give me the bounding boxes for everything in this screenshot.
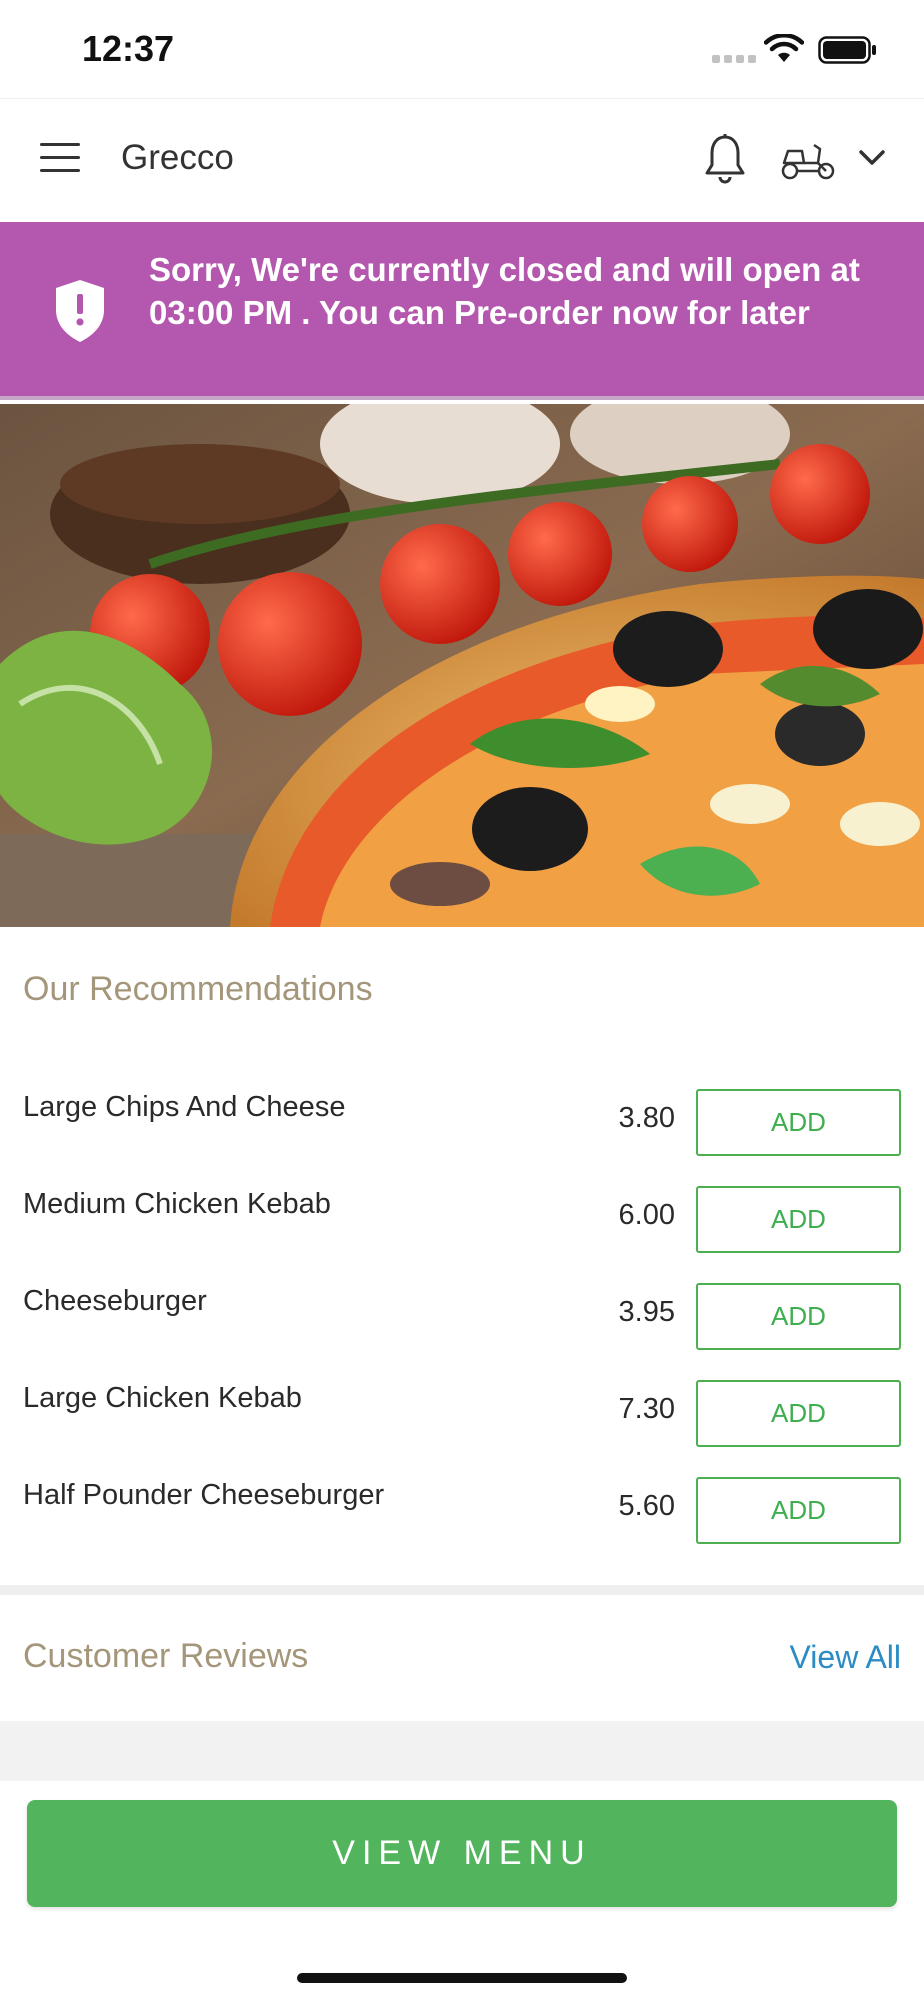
home-indicator[interactable]	[297, 1973, 627, 1983]
cellular-signal-icon	[712, 55, 756, 63]
view-all-reviews-link[interactable]: View All	[790, 1639, 901, 1676]
item-name: Cheeseburger	[23, 1285, 207, 1317]
status-bar: 12:37	[0, 0, 924, 98]
bell-icon[interactable]	[703, 133, 747, 187]
customer-reviews-section: Customer Reviews View All	[0, 1595, 924, 1721]
status-time: 12:37	[82, 28, 175, 69]
item-name: Half Pounder Cheeseburger	[23, 1479, 385, 1511]
item-name: Large Chicken Kebab	[23, 1382, 302, 1414]
add-button[interactable]: ADD	[696, 1283, 901, 1350]
wifi-icon	[764, 34, 804, 62]
item-price: 3.80	[618, 1102, 675, 1134]
item-name: Large Chips And Cheese	[23, 1091, 346, 1123]
reviews-title: Customer Reviews	[23, 1637, 309, 1675]
item-price: 7.30	[618, 1393, 675, 1425]
hero-food-image	[0, 404, 924, 927]
bottom-action-bar: VIEW MENU	[0, 1781, 924, 2000]
add-button[interactable]: ADD	[696, 1089, 901, 1156]
item-price: 5.60	[618, 1490, 675, 1522]
closed-notice-banner: Sorry, We're currently closed and will o…	[0, 222, 924, 400]
list-item: Cheeseburger 3.95 ADD	[0, 1282, 924, 1379]
top-nav-bar: Grecco	[0, 98, 924, 222]
item-name: Medium Chicken Kebab	[23, 1188, 331, 1220]
item-price: 3.95	[618, 1296, 675, 1328]
add-button[interactable]: ADD	[696, 1477, 901, 1544]
list-item: Medium Chicken Kebab 6.00 ADD	[0, 1185, 924, 1282]
item-price: 6.00	[618, 1199, 675, 1231]
closed-message: Sorry, We're currently closed and will o…	[149, 251, 860, 331]
menu-icon[interactable]	[40, 143, 80, 175]
list-item: Large Chicken Kebab 7.30 ADD	[0, 1379, 924, 1476]
recommendations-list: Large Chips And Cheese 3.80 ADD Medium C…	[0, 1088, 924, 1573]
shield-alert-icon	[56, 280, 104, 342]
shop-title: Grecco	[121, 138, 234, 177]
delivery-scooter-icon[interactable]	[780, 141, 836, 181]
battery-icon	[818, 36, 876, 64]
reviews-placeholder	[0, 1721, 924, 1781]
list-item: Half Pounder Cheeseburger 5.60 ADD	[0, 1476, 924, 1573]
add-button[interactable]: ADD	[696, 1380, 901, 1447]
chevron-down-icon[interactable]	[858, 149, 886, 167]
view-menu-button[interactable]: VIEW MENU	[27, 1800, 897, 1907]
section-divider	[0, 1585, 924, 1595]
recommendations-title: Our Recommendations	[23, 970, 373, 1008]
list-item: Large Chips And Cheese 3.80 ADD	[0, 1088, 924, 1185]
add-button[interactable]: ADD	[696, 1186, 901, 1253]
